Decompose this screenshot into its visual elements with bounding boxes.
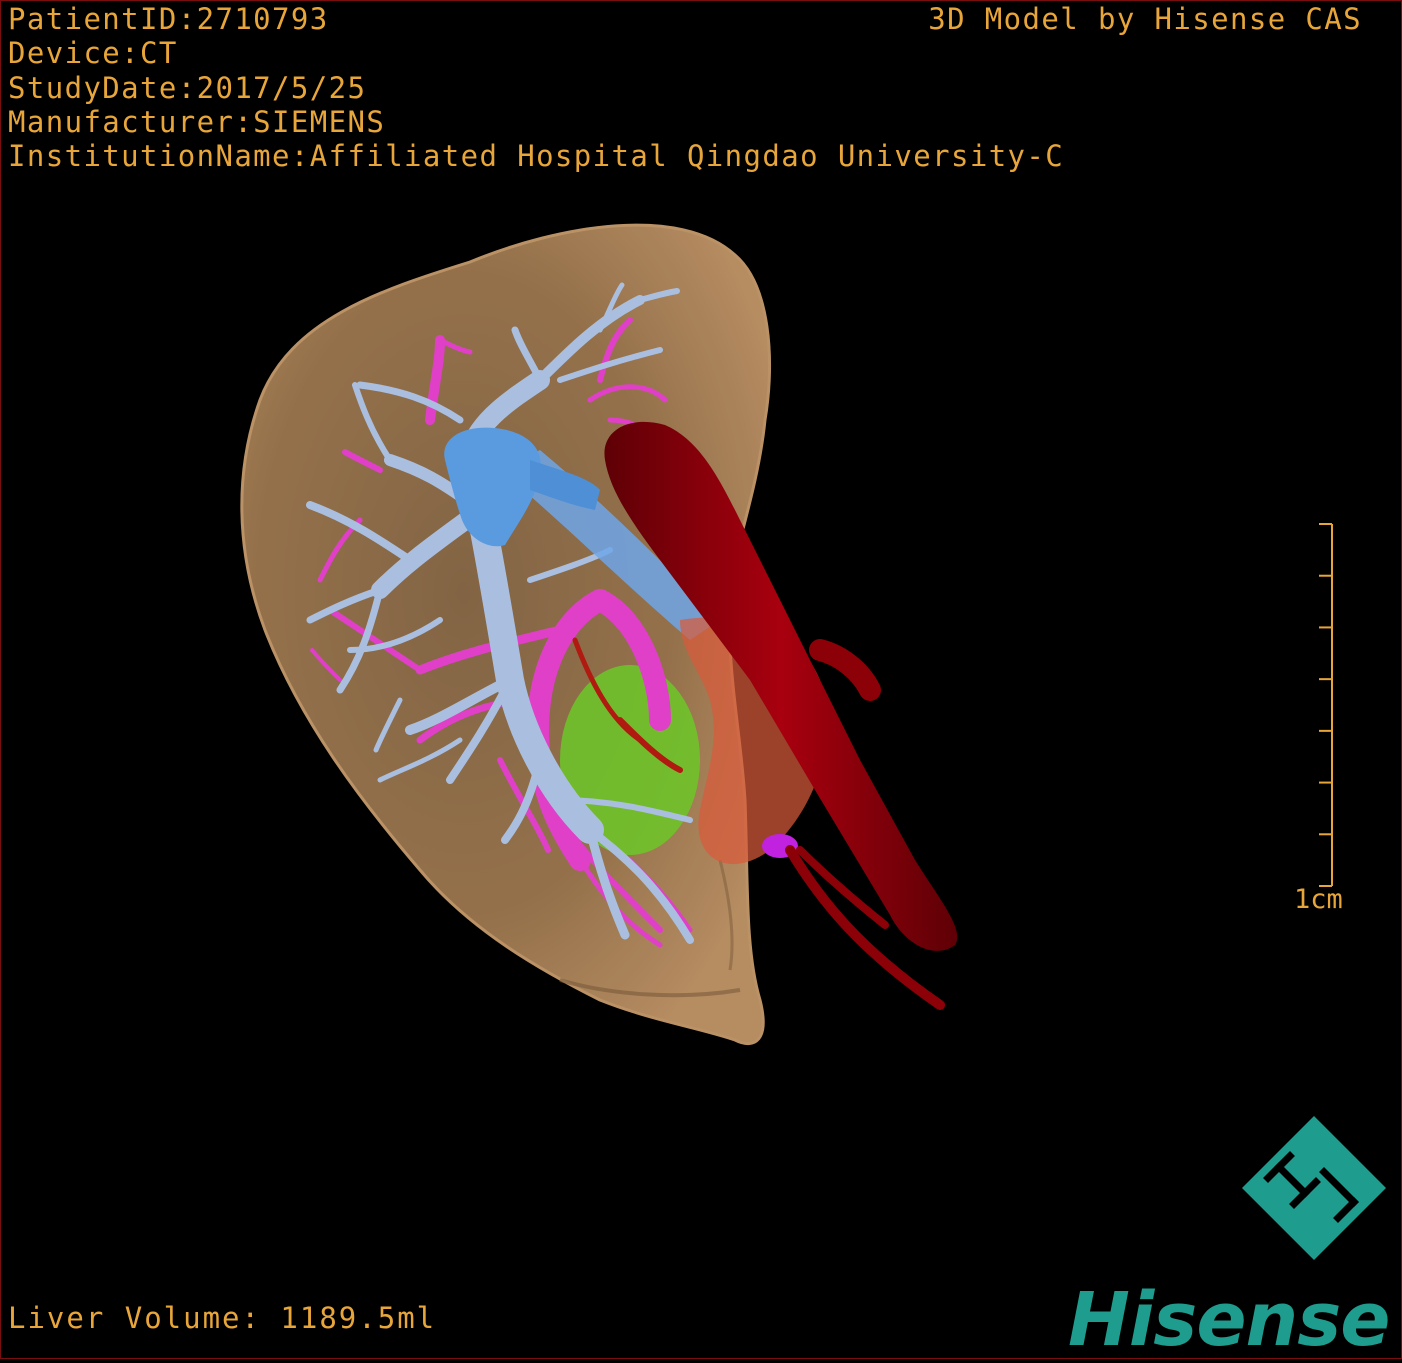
3d-model-viewport[interactable] [0,0,1402,1359]
model-credit: 3D Model by Hisense CAS [928,2,1362,36]
study-info: PatientID:2710793 Device:CT StudyDate:20… [8,2,1064,173]
study-date: StudyDate:2017/5/25 [8,70,367,105]
device: Device:CT [8,36,178,71]
liver-volume: Liver Volume: 1189.5ml [8,1301,437,1335]
hl-logo-icon [1242,1116,1386,1260]
patient-id: PatientID:2710793 [8,2,329,36]
scale-bar [1319,523,1333,887]
scale-bar-label: 1cm [1294,884,1343,915]
brand-logo: Hisense [1068,1277,1390,1363]
institution-name: InstitutionName:Affiliated Hospital Qing… [8,139,1065,174]
manufacturer: Manufacturer:SIEMENS [8,104,386,139]
